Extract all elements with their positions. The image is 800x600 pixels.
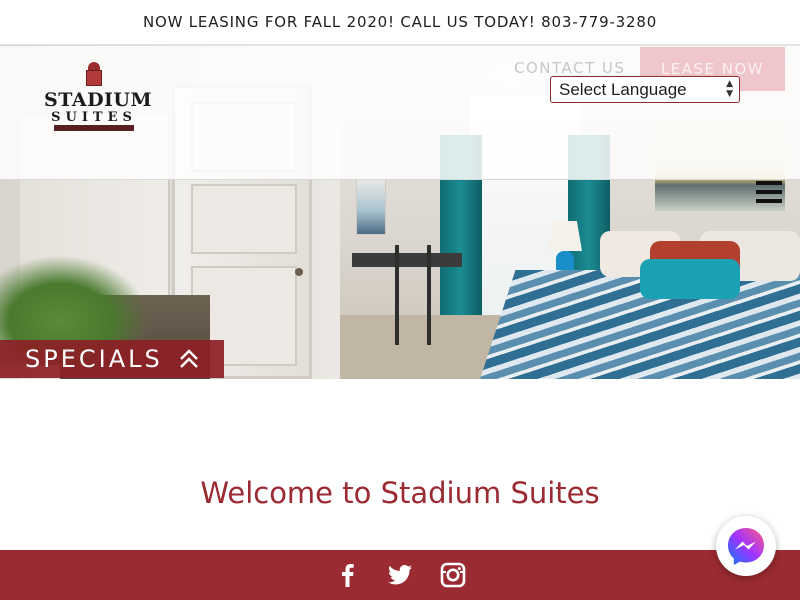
- instagram-icon[interactable]: [439, 562, 467, 588]
- logo-tower-icon: [86, 62, 102, 88]
- language-select[interactable]: Select Language ▲ ▼: [550, 76, 740, 103]
- language-select-value: Select Language: [559, 79, 687, 99]
- specials-button[interactable]: SPECIALS: [0, 340, 224, 378]
- logo-text-suites: SUITES: [51, 110, 137, 125]
- hero-lamp-shade: [548, 221, 582, 251]
- announcement-text: NOW LEASING FOR FALL 2020! CALL US TODAY…: [142, 13, 658, 31]
- facebook-icon[interactable]: [334, 562, 362, 588]
- hero-pillow: [640, 259, 740, 299]
- contact-us-link[interactable]: CONTACT US: [514, 59, 625, 77]
- specials-label: SPECIALS: [25, 345, 163, 373]
- hero-bed: [470, 270, 800, 379]
- messenger-icon: [728, 528, 764, 565]
- twitter-icon[interactable]: [386, 562, 414, 588]
- hero-small-artwork: [356, 175, 386, 235]
- hero-chair: [395, 245, 431, 345]
- select-arrows-icon: ▲ ▼: [726, 79, 733, 99]
- welcome-heading: Welcome to Stadium Suites: [200, 476, 600, 510]
- announcement-bar: NOW LEASING FOR FALL 2020! CALL US TODAY…: [0, 0, 800, 45]
- hamburger-menu-icon[interactable]: [756, 181, 782, 203]
- messenger-chat-button[interactable]: [716, 516, 776, 576]
- logo-tagline-bar: [54, 125, 134, 131]
- footer-bar: [0, 550, 800, 600]
- double-chevron-up-icon: [180, 349, 198, 368]
- logo-text-stadium: STADIUM: [44, 89, 153, 111]
- site-logo[interactable]: STADIUM SUITES: [44, 62, 153, 136]
